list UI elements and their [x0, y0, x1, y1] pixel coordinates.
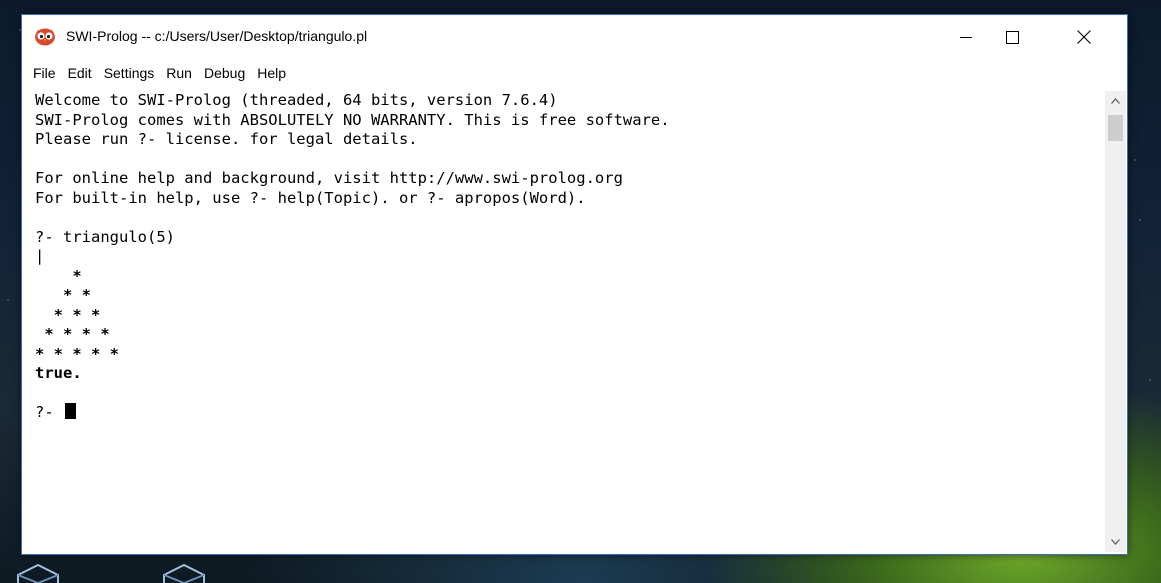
- swi-prolog-window: SWI-Prolog -- c:/Users/User/Desktop/tria…: [21, 14, 1128, 555]
- output-marker: |: [35, 247, 45, 265]
- maximize-button[interactable]: [989, 15, 1035, 59]
- menu-run[interactable]: Run: [155, 63, 197, 85]
- menu-debug[interactable]: Debug: [193, 63, 250, 85]
- menu-edit[interactable]: Edit: [57, 63, 97, 85]
- menu-settings[interactable]: Settings: [93, 63, 160, 85]
- help-line: For online help and background, visit ht…: [35, 169, 623, 187]
- virtualbox-desktop-icon[interactable]: [14, 561, 62, 583]
- prompt-line[interactable]: ?-: [35, 403, 1103, 423]
- scroll-up-button[interactable]: [1105, 91, 1126, 111]
- triangle-row: * *: [35, 286, 91, 304]
- vertical-scrollbar[interactable]: [1105, 91, 1126, 552]
- window-title: SWI-Prolog -- c:/Users/User/Desktop/tria…: [66, 28, 368, 44]
- help-line: For built-in help, use ?- help(Topic). o…: [35, 188, 586, 207]
- menu-help[interactable]: Help: [246, 63, 291, 85]
- banner-line: SWI-Prolog comes with ABSOLUTELY NO WARR…: [35, 110, 670, 129]
- minimize-button[interactable]: [943, 15, 989, 59]
- owl-icon: [35, 28, 55, 46]
- scroll-down-button[interactable]: [1105, 532, 1126, 552]
- prompt: ?-: [35, 403, 63, 421]
- text-cursor: [65, 403, 76, 419]
- menu-bar: File Edit Settings Run Debug Help: [22, 63, 287, 85]
- query-line: ?- triangulo(5): [35, 227, 175, 246]
- banner-line: Please run ?- license. for legal details…: [35, 130, 418, 148]
- triangle-row: * * * * *: [35, 344, 119, 363]
- title-bar[interactable]: SWI-Prolog -- c:/Users/User/Desktop/tria…: [22, 15, 1127, 59]
- scrollbar-thumb[interactable]: [1108, 115, 1123, 141]
- minimize-icon: [960, 37, 972, 38]
- close-button[interactable]: [1061, 15, 1107, 59]
- result-line: true.: [35, 364, 82, 382]
- triangle-row: * * * *: [35, 325, 110, 343]
- banner-line: Welcome to SWI-Prolog (threaded, 64 bits…: [35, 91, 558, 109]
- menu-file[interactable]: File: [22, 63, 61, 85]
- close-icon: [1077, 30, 1091, 44]
- virtualbox-desktop-icon[interactable]: [160, 561, 208, 583]
- triangle-row: *: [35, 266, 82, 285]
- console-output[interactable]: Welcome to SWI-Prolog (threaded, 64 bits…: [35, 91, 1103, 552]
- chevron-up-icon: [1111, 98, 1120, 104]
- triangle-row: * * *: [35, 305, 101, 324]
- maximize-icon: [1005, 30, 1019, 44]
- chevron-down-icon: [1111, 539, 1120, 545]
